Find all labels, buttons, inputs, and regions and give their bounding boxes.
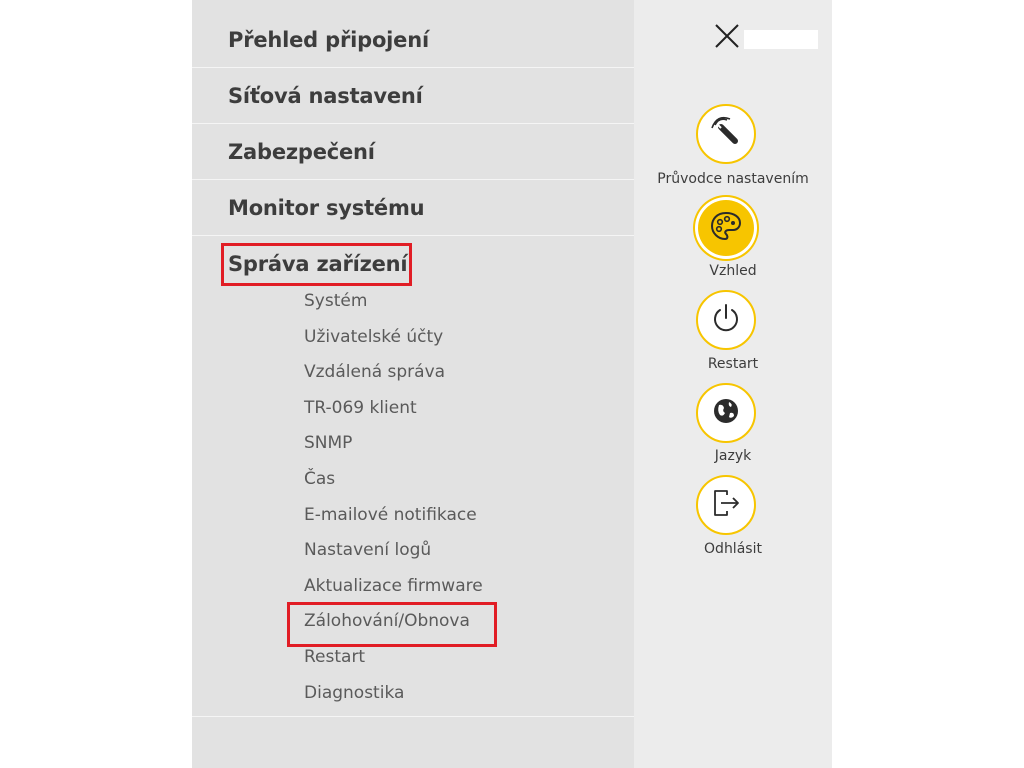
- appearance-button[interactable]: [698, 200, 754, 256]
- submenu-item-tr069-client[interactable]: TR-069 klient: [304, 396, 417, 420]
- submenu-item-system[interactable]: Systém: [304, 289, 367, 313]
- setup-wizard-label: Průvodce nastavením: [657, 171, 809, 187]
- menu-section-label: Přehled připojení: [228, 27, 429, 52]
- menu-section-label: Monitor systému: [228, 195, 425, 220]
- submenu-item-firmware-upgrade[interactable]: Aktualizace firmware: [304, 574, 483, 598]
- submenu-item-email-notifications[interactable]: E-mailové notifikace: [304, 503, 477, 527]
- language-button[interactable]: [696, 383, 756, 443]
- setup-wizard-button[interactable]: [696, 104, 756, 164]
- submenu-item-restart[interactable]: Restart: [304, 645, 365, 669]
- appearance-label: Vzhled: [709, 263, 757, 279]
- logout-label: Odhlásit: [704, 541, 762, 557]
- submenu-item-remote-management[interactable]: Vzdálená správa: [304, 360, 445, 384]
- submenu-item-user-accounts[interactable]: Uživatelské účty: [304, 325, 443, 349]
- blank-field: [744, 30, 818, 49]
- menu-section-label: Síťová nastavení: [228, 83, 423, 108]
- menu-section-security[interactable]: Zabezpečení: [192, 124, 634, 180]
- submenu-item-time[interactable]: Čas: [304, 467, 335, 491]
- globe-icon: [711, 396, 741, 430]
- menu-section-network-settings[interactable]: Síťová nastavení: [192, 68, 634, 124]
- menu-section-connection-status[interactable]: Přehled připojení: [192, 12, 634, 68]
- submenu-item-log-settings[interactable]: Nastavení logů: [304, 538, 431, 562]
- device-management-submenu: Systém Uživatelské účty Vzdálená správa …: [192, 284, 634, 717]
- close-icon[interactable]: [713, 24, 741, 48]
- language-label: Jazyk: [714, 448, 752, 464]
- highlight-backup-restore: [287, 602, 497, 647]
- palette-icon: [709, 209, 743, 247]
- power-icon: [709, 301, 743, 339]
- menu-section-label: Zabezpečení: [228, 139, 375, 164]
- highlight-device-management: [221, 243, 412, 286]
- submenu-item-snmp[interactable]: SNMP: [304, 431, 352, 455]
- menu-section-system-monitor[interactable]: Monitor systému: [192, 180, 634, 236]
- restart-button[interactable]: [696, 290, 756, 350]
- navigation-menu: Přehled připojení Síťová nastavení Zabez…: [192, 0, 634, 768]
- logout-button[interactable]: [696, 475, 756, 535]
- restart-label: Restart: [707, 356, 759, 372]
- logout-icon: [709, 486, 743, 524]
- submenu-item-diagnostics[interactable]: Diagnostika: [304, 681, 404, 705]
- wizard-wand-icon: [709, 115, 743, 153]
